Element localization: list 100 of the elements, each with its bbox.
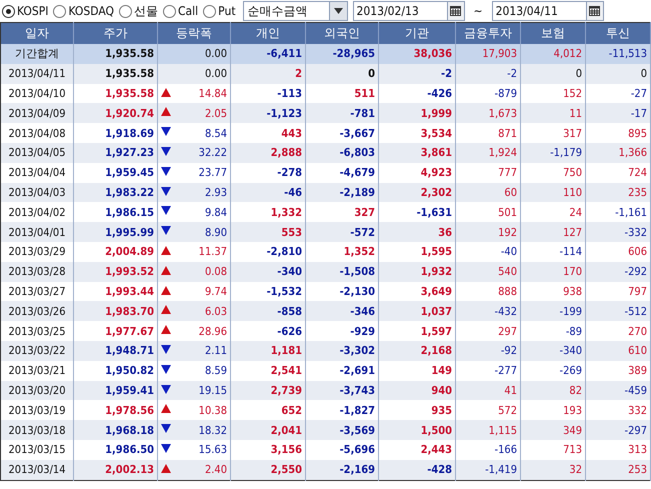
flow-cell: -5,696	[340, 443, 375, 456]
flow-cell: 253	[628, 463, 647, 476]
flow-cell: 349	[563, 424, 582, 437]
price-cell: 2,002.13	[105, 463, 154, 476]
down-triangle-icon	[161, 166, 171, 176]
column-header[interactable]: 외국인	[306, 22, 378, 44]
flow-cell: -297	[624, 424, 647, 437]
change-cell: 28.96	[198, 324, 227, 338]
flow-cell: -277	[494, 364, 517, 378]
column-header[interactable]: 주가	[74, 22, 158, 44]
flow-cell: -27	[630, 86, 647, 100]
price-cell: 1,986.50	[105, 443, 154, 456]
column-header[interactable]: 기관	[378, 22, 456, 44]
flow-cell: -6,803	[340, 146, 375, 160]
flow-cell: -6,411	[266, 47, 302, 60]
date-field[interactable]: 2013/04/11	[492, 1, 604, 21]
change-cell: 10.38	[198, 404, 227, 417]
date-field[interactable]: 2013/02/13	[352, 1, 465, 21]
value-dropdown[interactable]: 순매수금액	[242, 1, 348, 21]
flow-cell: 317	[563, 126, 582, 140]
flow-cell: 1,352	[344, 245, 375, 258]
flow-cell: 1,924	[488, 146, 517, 160]
flow-cell: 606	[628, 245, 647, 258]
date-cell: 2013/03/25	[8, 324, 66, 338]
flow-cell: -2,691	[340, 364, 375, 378]
column-header[interactable]: 등락폭	[158, 22, 230, 44]
flow-cell: -269	[560, 364, 582, 378]
flow-cell: -340	[277, 265, 302, 278]
flow-cell: 2,168	[420, 344, 452, 358]
flow-cell: 193	[563, 404, 582, 417]
date-cell: 2013/04/08	[8, 126, 66, 140]
flow-cell: 724	[628, 166, 647, 180]
price-cell: 1,986.15	[105, 206, 154, 219]
down-triangle-icon	[161, 384, 171, 394]
column-header[interactable]: 개인	[230, 22, 306, 44]
flow-cell: 1,932	[420, 265, 452, 278]
flow-cell: 1,332	[270, 206, 302, 219]
flow-cell: -2	[441, 67, 452, 80]
flow-cell: 4,923	[420, 166, 452, 180]
flow-cell: 2,550	[270, 463, 302, 476]
flow-cell: -1,631	[416, 206, 452, 219]
flow-cell: 443	[281, 126, 302, 140]
flow-cell: -89	[566, 324, 582, 338]
flow-cell: 127	[563, 226, 582, 239]
flow-cell: 553	[281, 226, 302, 239]
flow-cell: 332	[628, 404, 647, 417]
flow-cell: -858	[277, 304, 302, 318]
date-cell: 2013/03/19	[8, 404, 66, 417]
flow-cell: 297	[498, 324, 517, 338]
change-cell: 0.08	[204, 265, 227, 278]
flow-cell: -46	[284, 186, 302, 199]
flow-cell: 110	[563, 186, 582, 199]
flow-cell: -432	[494, 304, 517, 318]
column-header[interactable]: 금융투자	[456, 22, 520, 44]
flow-cell: 313	[628, 443, 647, 456]
price-cell: 1,983.70	[105, 304, 154, 318]
market-radio[interactable]: Call	[163, 4, 198, 18]
flow-cell: -92	[500, 344, 517, 358]
calendar-icon	[589, 6, 600, 16]
flow-cell: 610	[628, 344, 647, 358]
change-cell: 2.40	[204, 463, 227, 476]
up-triangle-icon	[161, 464, 171, 473]
flow-cell: 1,595	[420, 245, 452, 258]
market-radio[interactable]: 선물	[119, 2, 158, 20]
flow-cell: -28,965	[332, 47, 375, 60]
date-cell: 2013/04/11	[8, 67, 66, 80]
price-cell: 1,959.45	[105, 166, 154, 180]
flow-cell: -2,169	[340, 463, 375, 476]
price-cell: 1,918.69	[105, 126, 154, 140]
column-header[interactable]: 투신	[586, 22, 650, 44]
flow-cell: 170	[563, 265, 582, 278]
price-cell: 1,948.71	[105, 344, 154, 358]
flow-cell: 888	[498, 284, 517, 298]
date-cell: 2013/04/01	[8, 226, 66, 239]
flow-cell: 17,903	[482, 47, 517, 60]
market-radio[interactable]: KOSPI	[2, 4, 48, 18]
column-header[interactable]: 일자	[0, 22, 74, 44]
flow-cell: -11,513	[608, 47, 647, 60]
flow-cell: 1,999	[420, 106, 452, 120]
flow-cell: 2,888	[270, 146, 302, 160]
change-cell: 2.93	[204, 186, 227, 199]
flow-cell: 1,500	[420, 424, 452, 437]
date-cell: 2013/03/26	[8, 304, 66, 318]
change-cell: 11.37	[198, 245, 227, 258]
flow-cell: 940	[431, 384, 452, 397]
market-radio[interactable]: Put	[203, 4, 236, 18]
flow-cell: 938	[563, 284, 582, 298]
down-triangle-icon	[161, 226, 171, 236]
market-radio[interactable]: KOSDAQ	[53, 4, 114, 18]
flow-cell: 895	[628, 126, 647, 140]
date-cell: 2013/04/10	[8, 86, 66, 100]
flow-cell: 0	[576, 67, 582, 80]
flow-cell: 327	[354, 206, 375, 219]
flow-cell: 1,037	[420, 304, 452, 318]
column-header[interactable]: 보험	[520, 22, 586, 44]
flow-cell: 777	[498, 166, 517, 180]
flow-cell: 935	[431, 404, 452, 417]
flow-cell: -3,302	[340, 344, 375, 358]
flow-cell: -459	[624, 384, 647, 397]
flow-cell: -2,130	[340, 284, 375, 298]
